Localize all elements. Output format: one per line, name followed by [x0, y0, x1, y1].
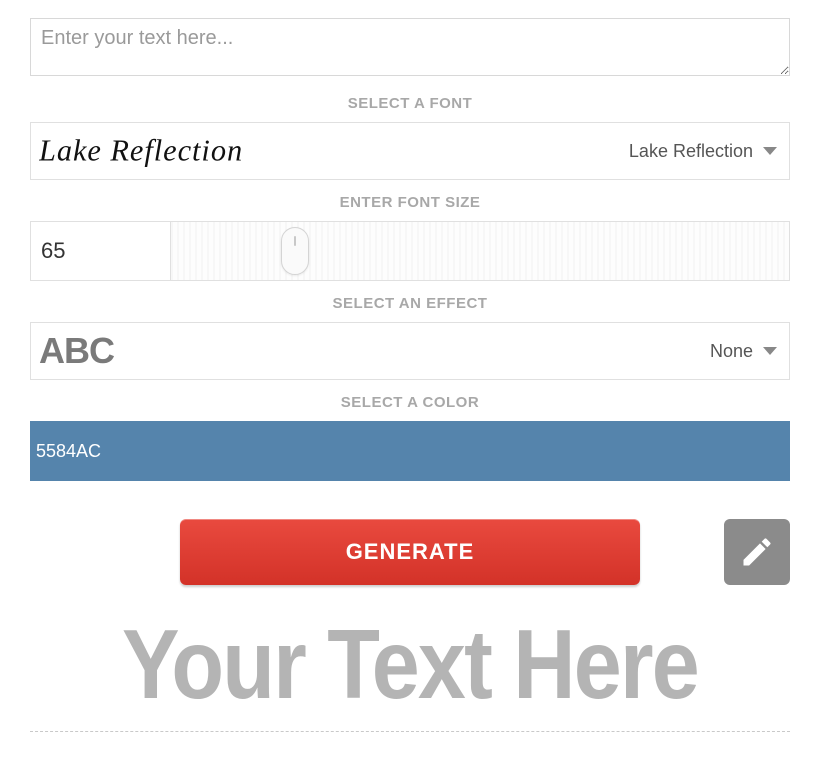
- edit-button[interactable]: [724, 519, 790, 585]
- action-row: GENERATE: [30, 519, 790, 585]
- font-selected-label: Lake Reflection: [629, 141, 753, 162]
- text-input[interactable]: [30, 18, 790, 76]
- svg-text:Lake Reflection: Lake Reflection: [39, 134, 243, 168]
- font-dropdown-value[interactable]: Lake Reflection: [617, 123, 789, 179]
- chevron-down-icon: [763, 147, 777, 155]
- chevron-down-icon: [763, 347, 777, 355]
- font-selector[interactable]: Lake Reflection Lake Reflection: [30, 122, 790, 180]
- size-section-label: ENTER FONT SIZE: [30, 194, 790, 211]
- generated-text-preview: Your Text Here: [76, 615, 745, 713]
- font-size-slider[interactable]: [171, 222, 789, 280]
- font-preview: Lake Reflection: [31, 123, 617, 179]
- font-section-label: SELECT A FONT: [30, 95, 790, 112]
- color-hex-label: 5584AC: [36, 441, 101, 462]
- color-section-label: SELECT A COLOR: [30, 394, 790, 411]
- effect-sample-text: ABC: [39, 330, 114, 372]
- effect-dropdown-value[interactable]: None: [698, 323, 789, 379]
- effect-preview: ABC: [31, 323, 698, 379]
- generate-button[interactable]: GENERATE: [180, 519, 640, 585]
- color-selector[interactable]: 5584AC: [30, 421, 790, 481]
- pencil-icon: [739, 534, 775, 570]
- slider-thumb[interactable]: [281, 227, 309, 275]
- effect-selected-label: None: [710, 341, 753, 362]
- effect-selector[interactable]: ABC None: [30, 322, 790, 380]
- divider: [30, 731, 790, 732]
- font-size-input[interactable]: [31, 222, 171, 280]
- effect-section-label: SELECT AN EFFECT: [30, 295, 790, 312]
- font-size-row: [30, 221, 790, 281]
- font-preview-image: Lake Reflection: [39, 132, 400, 170]
